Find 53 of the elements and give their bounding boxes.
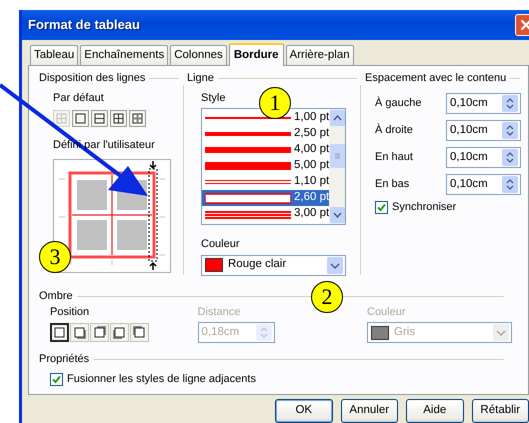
group-title: Espacement avec le contenu <box>365 72 520 86</box>
spin-field[interactable]: 0,10cm <box>446 93 521 114</box>
tab[interactable]: Tableau <box>30 45 78 65</box>
spin-field[interactable]: 0,10cm <box>446 147 521 168</box>
checkbox[interactable] <box>50 372 63 386</box>
tab[interactable]: Colonnes <box>170 45 227 65</box>
list-item[interactable]: 2,60 pt <box>202 190 330 206</box>
field-label: Style <box>201 91 226 106</box>
tab[interactable]: Bordure <box>228 43 284 66</box>
spin-button[interactable] <box>502 122 518 140</box>
checkbox-label: Fusionner les styles de ligne adjacents <box>67 372 256 386</box>
list-item[interactable]: 4,00 pt <box>202 142 330 158</box>
border-preset-icon[interactable] <box>129 110 146 128</box>
field-label: Couleur <box>201 238 240 252</box>
dialog-button[interactable]: Rétablir <box>472 399 529 423</box>
color-dropdown[interactable]: Rouge clair <box>201 254 346 276</box>
list-item[interactable]: 5,00 pt <box>202 158 330 174</box>
tab[interactable]: Arrière-plan <box>286 45 354 65</box>
checkbox-label: Synchroniser <box>392 201 456 214</box>
list-item[interactable]: 2,50 pt <box>202 126 330 142</box>
tab[interactable]: Enchaînements <box>80 45 168 65</box>
dialog-button[interactable]: Aide <box>406 399 464 423</box>
dialog-button[interactable]: OK <box>275 399 332 423</box>
spin-button[interactable] <box>502 95 518 112</box>
shadow-position-icon[interactable] <box>50 323 69 342</box>
spin-button[interactable] <box>502 149 518 166</box>
group-title: Disposition des lignes <box>39 72 179 86</box>
spin-field[interactable]: 0,10cm <box>446 174 521 196</box>
spin-button[interactable] <box>502 176 518 194</box>
group-title: Ligne <box>187 72 357 86</box>
checkbox[interactable] <box>375 201 388 214</box>
field-label: À gauche <box>375 97 422 110</box>
scroll-up-icon[interactable] <box>330 110 345 126</box>
field-label: À droite <box>375 124 414 138</box>
dropdown-arrow-icon[interactable] <box>327 256 343 274</box>
border-preset-icon[interactable] <box>91 110 108 128</box>
group-title: Propriétés <box>39 353 504 367</box>
spin-field[interactable]: 0,10cm <box>446 120 521 142</box>
dialog-button[interactable]: Annuler <box>340 399 398 423</box>
scroll-down-icon[interactable] <box>330 207 345 224</box>
field-label: Couleur <box>367 306 406 320</box>
window-title: Format de tableau <box>28 17 140 33</box>
scrollbar-thumb[interactable] <box>330 144 345 168</box>
list-item[interactable]: 3,00 pt <box>202 206 330 222</box>
field-label: Par défaut <box>53 92 104 106</box>
border-preset-icon[interactable] <box>110 110 127 128</box>
border-preset-icon[interactable] <box>72 110 89 128</box>
field-label: Position <box>50 306 90 320</box>
field-label: En haut <box>375 151 414 164</box>
field-label: Distance <box>198 306 240 320</box>
list-item[interactable]: 1,10 pt <box>202 174 330 190</box>
field-label: En bas <box>375 178 410 192</box>
scrollbar[interactable] <box>329 109 345 224</box>
